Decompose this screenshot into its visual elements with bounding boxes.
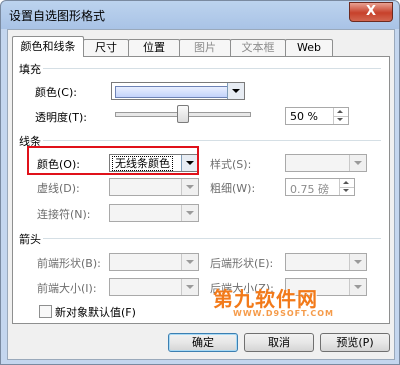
line-weight-value: 0.75 磅 (290, 183, 329, 196)
site-watermark: 第九软件网 WWW.D9SOFT.COM (213, 283, 334, 318)
begin-size-label: 前端大小(I): (37, 282, 97, 295)
fill-color-label: 颜色(C): (35, 86, 77, 99)
begin-style-select[interactable] (109, 253, 199, 271)
begin-size-select[interactable] (109, 278, 199, 296)
watermark-title: 第九软件网 (213, 287, 318, 311)
tab-picture[interactable]: 图片 (179, 39, 231, 56)
red-highlight-box (27, 146, 199, 175)
spin-down-icon[interactable] (339, 187, 354, 195)
chevron-down-icon[interactable] (181, 279, 198, 295)
dash-label: 虚线(D): (37, 182, 80, 195)
line-style-label: 样式(S): (210, 158, 252, 171)
chevron-down-icon[interactable] (181, 179, 198, 195)
transparency-spinner[interactable]: 50 % (285, 107, 349, 125)
fill-divider (43, 68, 381, 69)
line-divider (43, 140, 381, 141)
chevron-down-icon[interactable] (349, 155, 366, 171)
title-bar[interactable]: 设置自选图形格式 X (1, 1, 399, 29)
line-weight-label: 粗细(W): (210, 182, 256, 195)
tab-colors-and-lines[interactable]: 颜色和线条 (12, 36, 84, 57)
transparency-value: 50 % (290, 110, 318, 123)
chevron-down-icon[interactable] (181, 254, 198, 270)
dash-select[interactable] (109, 178, 199, 196)
arrows-group-title: 箭头 (19, 233, 41, 246)
format-autoshape-dialog: 设置自选图形格式 X 颜色和线条 尺寸 位置 图片 文本框 Web 填充 颜色(… (0, 0, 400, 365)
transparency-slider-thumb[interactable] (177, 105, 189, 123)
dialog-body: 颜色和线条 尺寸 位置 图片 文本框 Web 填充 颜色(C): 透明度(T):… (7, 29, 395, 360)
spin-down-icon[interactable] (333, 116, 348, 124)
chevron-down-icon[interactable] (349, 279, 366, 295)
cancel-button[interactable]: 取消 (244, 333, 314, 352)
fill-color-swatch (115, 86, 237, 98)
end-style-select[interactable] (285, 253, 367, 271)
begin-style-label: 前端形状(B): (37, 257, 101, 270)
connector-select[interactable] (109, 204, 199, 222)
close-button[interactable]: X (349, 2, 393, 22)
tab-size[interactable]: 尺寸 (83, 39, 129, 56)
preview-button[interactable]: 预览(P) (320, 333, 390, 352)
fill-color-select[interactable] (111, 82, 245, 100)
tab-position[interactable]: 位置 (128, 39, 180, 56)
chevron-down-icon[interactable] (349, 254, 366, 270)
watermark-url: WWW.D9SOFT.COM (233, 309, 335, 318)
chevron-down-icon[interactable] (227, 83, 244, 99)
default-for-new-objects-label: 新对象默认值(F) (55, 306, 136, 319)
tab-textbox[interactable]: 文本框 (230, 39, 286, 56)
transparency-label: 透明度(T): (35, 111, 88, 124)
line-style-select[interactable] (285, 154, 367, 172)
dialog-title: 设置自选图形格式 (9, 9, 106, 23)
connector-label: 连接符(N): (37, 208, 91, 221)
tab-web[interactable]: Web (285, 39, 333, 56)
chevron-down-icon[interactable] (181, 205, 198, 221)
arrows-divider (43, 238, 381, 239)
end-style-label: 后端形状(E): (210, 257, 274, 270)
fill-group-title: 填充 (19, 63, 41, 76)
ok-button[interactable]: 确定 (168, 333, 238, 352)
default-for-new-objects-checkbox[interactable] (39, 305, 52, 318)
line-weight-spinner[interactable]: 0.75 磅 (285, 178, 355, 196)
